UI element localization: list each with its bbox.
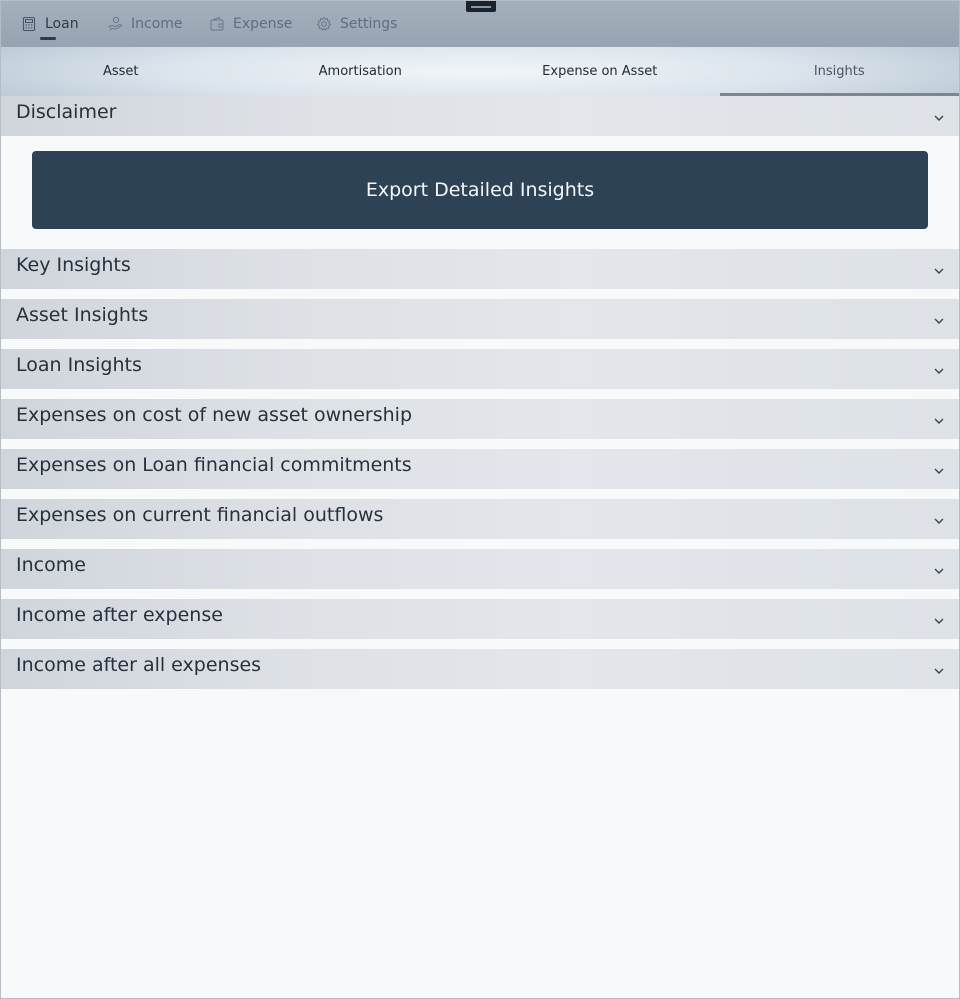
- calculator-icon: [21, 16, 37, 32]
- section-title: Disclaimer: [16, 101, 117, 123]
- section-asset-insights[interactable]: Asset Insights: [1, 299, 959, 339]
- tab-insights[interactable]: Insights: [719, 47, 959, 96]
- section-expenses-loan-commitments[interactable]: Expenses on Loan financial commitments: [1, 449, 959, 489]
- section-title: Income: [16, 554, 86, 576]
- section-income-after-expense[interactable]: Income after expense: [1, 599, 959, 639]
- wallet-icon: [209, 16, 225, 32]
- tab-asset[interactable]: Asset: [1, 47, 241, 96]
- section-title: Loan Insights: [16, 354, 142, 376]
- tab-amortisation-label: Amortisation: [318, 64, 402, 79]
- section-key-insights[interactable]: Key Insights: [1, 249, 959, 289]
- tab-expense-on-asset[interactable]: Expense on Asset: [480, 47, 720, 96]
- chevron-down-icon: [933, 512, 945, 524]
- nav-settings-label: Settings: [340, 16, 398, 32]
- section-title: Expenses on Loan financial commitments: [16, 454, 412, 476]
- export-insights-label: Export Detailed Insights: [365, 179, 595, 201]
- section-title: Asset Insights: [16, 304, 149, 326]
- nav-settings[interactable]: Settings: [316, 1, 397, 47]
- drag-handle-grip: [471, 5, 491, 8]
- sub-tabs: Asset Amortisation Expense on Asset Insi…: [1, 47, 959, 96]
- tab-insights-label: Insights: [813, 64, 865, 79]
- app-window: Loan Income Expense Settings Asset Amort…: [0, 0, 960, 999]
- section-title: Income after all expenses: [16, 654, 262, 676]
- section-income[interactable]: Income: [1, 549, 959, 589]
- tab-asset-label: Asset: [102, 64, 139, 79]
- gear-icon: [316, 16, 332, 32]
- chevron-down-icon: [933, 662, 945, 674]
- drag-handle[interactable]: [466, 1, 496, 12]
- chevron-down-icon: [933, 312, 945, 324]
- section-title: Income after expense: [16, 604, 223, 626]
- section-income-after-all-expenses[interactable]: Income after all expenses: [1, 649, 959, 689]
- chevron-down-icon: [933, 412, 945, 424]
- section-disclaimer[interactable]: Disclaimer: [1, 96, 959, 136]
- chevron-down-icon: [933, 262, 945, 274]
- section-expenses-new-asset[interactable]: Expenses on cost of new asset ownership: [1, 399, 959, 439]
- export-insights-button[interactable]: Export Detailed Insights: [32, 151, 928, 229]
- nav-loan[interactable]: Loan: [21, 1, 79, 47]
- section-title: Expenses on current financial outflows: [16, 504, 384, 526]
- chevron-down-icon: [933, 362, 945, 374]
- top-navigation: Loan Income Expense Settings: [1, 1, 959, 47]
- chevron-down-icon: [933, 462, 945, 474]
- tab-amortisation[interactable]: Amortisation: [241, 47, 481, 96]
- chevron-down-icon: [933, 612, 945, 624]
- nav-loan-label: Loan: [45, 16, 79, 32]
- section-title: Expenses on cost of new asset ownership: [16, 404, 413, 426]
- money-hand-icon: [107, 16, 123, 32]
- nav-income-label: Income: [131, 16, 183, 32]
- active-indicator: [40, 37, 56, 40]
- section-expenses-current-outflows[interactable]: Expenses on current financial outflows: [1, 499, 959, 539]
- chevron-down-icon: [933, 109, 945, 121]
- nav-expense-label: Expense: [233, 16, 293, 32]
- section-loan-insights[interactable]: Loan Insights: [1, 349, 959, 389]
- tab-expense-on-asset-label: Expense on Asset: [542, 64, 658, 79]
- nav-expense[interactable]: Expense: [209, 1, 292, 47]
- chevron-down-icon: [933, 562, 945, 574]
- nav-income[interactable]: Income: [107, 1, 183, 47]
- section-title: Key Insights: [16, 254, 131, 276]
